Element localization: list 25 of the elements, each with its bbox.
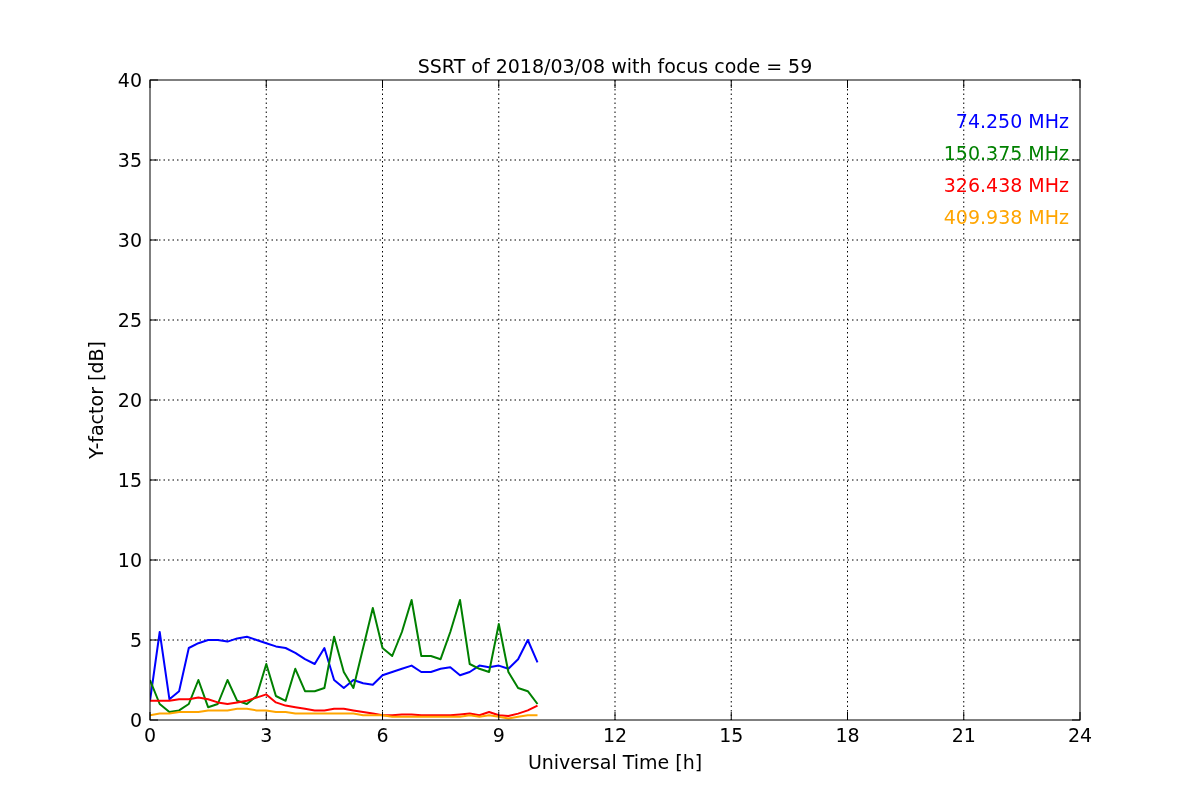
tick-label: 5 — [129, 629, 142, 651]
legend-label: 409.938 MHz — [943, 206, 1069, 228]
legend-label: 74.250 MHz — [955, 110, 1069, 132]
tick-label: 20 — [117, 389, 142, 411]
tick-label: 30 — [117, 229, 142, 251]
legend-label: 326.438 MHz — [943, 174, 1069, 196]
tick-label: 24 — [1067, 724, 1093, 746]
tick-label: 9 — [492, 724, 505, 746]
tick-label: 15 — [117, 469, 142, 491]
tick-label: 35 — [117, 149, 142, 171]
legend-label: 150.375 MHz — [943, 142, 1069, 164]
tick-label: 15 — [719, 724, 744, 746]
tick-label: 0 — [143, 724, 157, 746]
chart-title: SSRT of 2018/03/08 with focus code = 59 — [417, 55, 813, 77]
tick-label: 6 — [376, 724, 389, 746]
tick-label: 0 — [129, 709, 142, 731]
tick-label: 12 — [602, 724, 628, 746]
tick-label: 21 — [951, 724, 976, 746]
tick-label: 18 — [835, 724, 860, 746]
tick-label: 10 — [117, 549, 142, 571]
tick-label: 25 — [117, 309, 142, 331]
tick-label: 40 — [117, 69, 142, 91]
y-axis-label: Y-factor [dB] — [85, 341, 107, 459]
x-axis-label: Universal Time [h] — [527, 751, 703, 773]
tick-label: 3 — [260, 724, 273, 746]
